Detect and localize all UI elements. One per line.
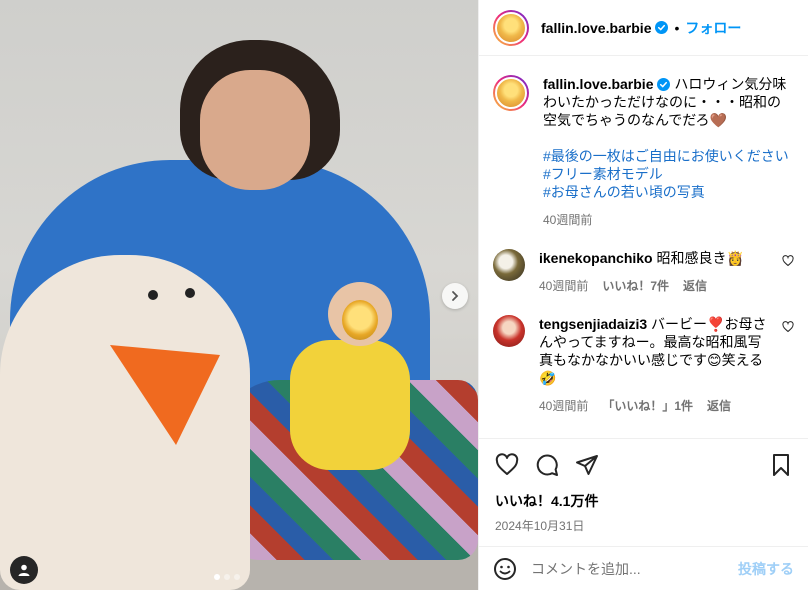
like-count[interactable]: いいね！4.1万件 (495, 491, 792, 511)
photo-dog-eye (185, 288, 195, 298)
comment-input[interactable] (531, 560, 738, 577)
comment-icon[interactable] (535, 453, 559, 477)
carousel-dot (234, 574, 240, 580)
caption-hashtags: #最後の一枚はご自由にお使いください #フリー素材モデル #お母さんの若い頃の写… (543, 147, 794, 201)
commenter-avatar[interactable] (493, 315, 525, 347)
post-photo[interactable] (0, 0, 478, 590)
photo-dog (0, 255, 250, 590)
comment-item: ikenekopanchiko 昭和感良き👸 40週間前 いいね！7件 返信 (479, 229, 808, 295)
hashtag-link[interactable]: #最後の一枚はご自由にお使いください (543, 147, 794, 165)
user-tag-icon (18, 564, 30, 576)
comment-likes[interactable]: 「いいね！」1件 (602, 397, 693, 415)
post-comment-button[interactable]: 投稿する (738, 559, 794, 579)
post-side-panel: fallin.love.barbie • フォロー fallin.love.ba… (478, 0, 808, 590)
comment-text: 昭和感良き👸 (656, 250, 744, 266)
comment-username[interactable]: ikenekopanchiko (539, 250, 653, 266)
author-avatar[interactable] (493, 75, 529, 111)
comment-time[interactable]: 40週間前 (539, 277, 588, 295)
heart-icon[interactable] (782, 255, 794, 267)
carousel-dot (224, 574, 230, 580)
comment-username[interactable]: tengsenjiadaizi3 (539, 316, 647, 332)
header-separator: • (674, 19, 680, 36)
post-actions: いいね！4.1万件 2024年10月31日 (479, 438, 808, 534)
caption: fallin.love.barbie ハロウィン気分味わいたかっただけなのに・・… (479, 57, 808, 229)
post-date: 2024年10月31日 (495, 519, 585, 533)
caption-username[interactable]: fallin.love.barbie (543, 76, 653, 92)
face-sticker (342, 300, 378, 340)
reply-button[interactable]: 返信 (683, 277, 707, 295)
comment-item: tengsenjiadaizi3 バービー❣️お母さんやってますねー。最高な昭和… (479, 295, 808, 415)
photo-dog-eye (148, 290, 158, 300)
bookmark-icon[interactable] (770, 453, 792, 477)
heart-icon[interactable] (782, 321, 794, 333)
hashtag-link[interactable]: #お母さんの若い頃の写真 (543, 183, 794, 201)
carousel-dots (214, 574, 240, 580)
photo-baby (290, 340, 410, 470)
verified-icon (657, 78, 671, 91)
chevron-right-icon (452, 291, 459, 301)
author-avatar[interactable] (493, 9, 529, 46)
commenter-avatar[interactable] (493, 249, 525, 281)
carousel-dot (214, 574, 220, 580)
photo-face (200, 70, 310, 190)
comments-list[interactable]: fallin.love.barbie ハロウィン気分味わいたかっただけなのに・・… (479, 57, 808, 438)
emoji-icon[interactable] (493, 557, 517, 581)
caption-time[interactable]: 40週間前 (543, 211, 592, 229)
comment-time[interactable]: 40週間前 (539, 397, 588, 415)
heart-icon[interactable] (495, 453, 519, 477)
verified-icon (655, 21, 669, 34)
comment-composer: 投稿する (479, 546, 808, 590)
post-header: fallin.love.barbie • フォロー (479, 0, 808, 56)
follow-button[interactable]: フォロー (685, 18, 741, 38)
comment-likes[interactable]: いいね！7件 (602, 277, 669, 295)
carousel-next-button[interactable] (442, 283, 468, 309)
author-username[interactable]: fallin.love.barbie (541, 20, 651, 36)
reply-button[interactable]: 返信 (707, 397, 731, 415)
share-icon[interactable] (575, 453, 599, 477)
user-tag-button[interactable] (10, 556, 38, 584)
hashtag-link[interactable]: #フリー素材モデル (543, 165, 794, 183)
